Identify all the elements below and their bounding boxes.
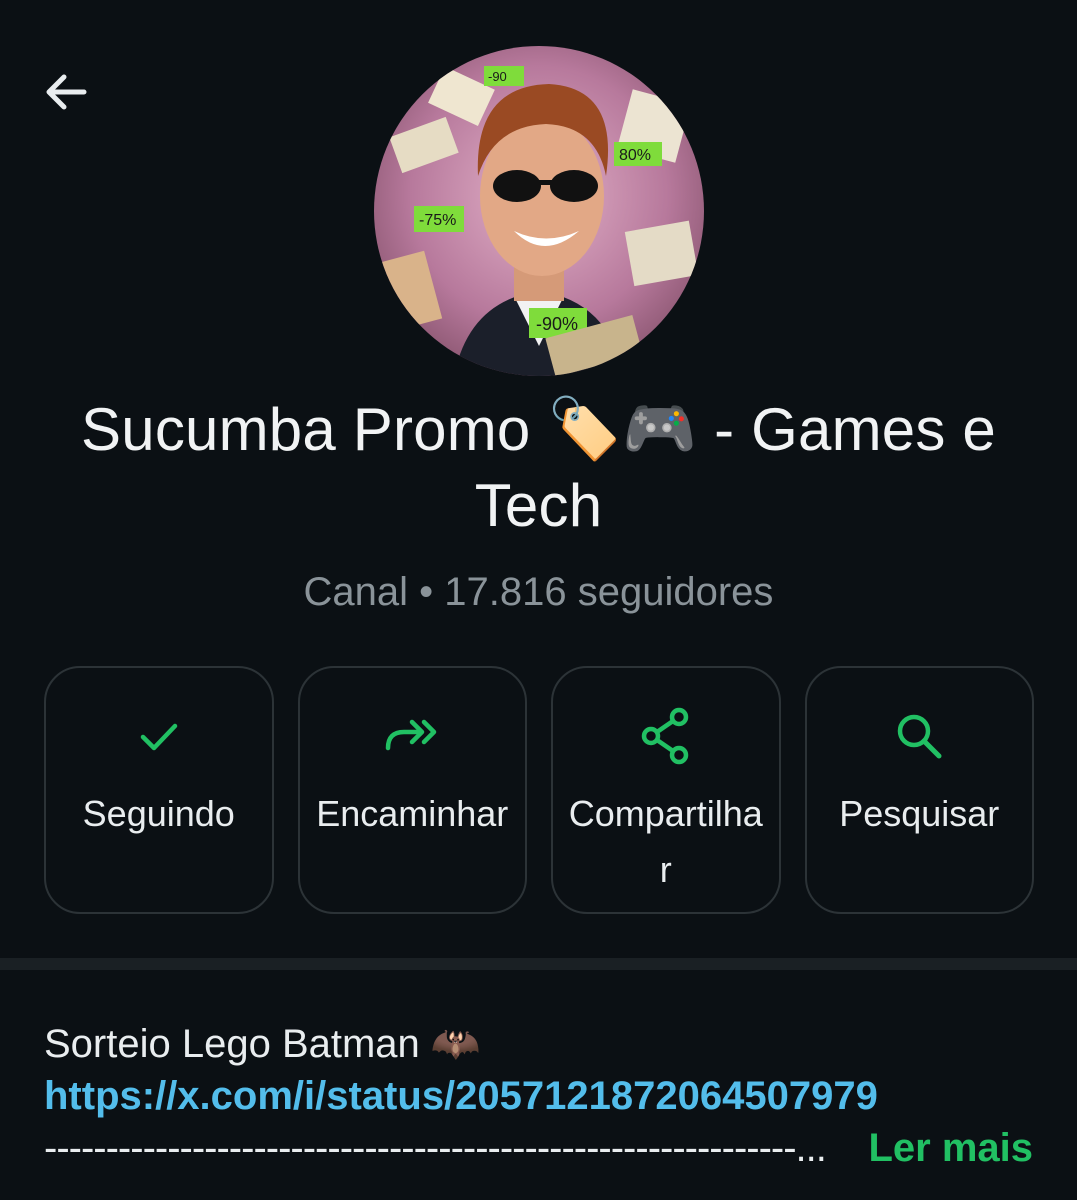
- search-label: Pesquisar: [839, 793, 1000, 834]
- avatar-tag-1: -90: [488, 69, 507, 84]
- channel-name-main: Sucumba Promo: [81, 396, 531, 463]
- following-label: Seguindo: [82, 793, 235, 834]
- avatar-tag-3: -75%: [419, 212, 456, 229]
- description-footer: ----------------------------------------…: [44, 1122, 1033, 1174]
- check-icon: [129, 706, 189, 766]
- description-link[interactable]: https://x.com/i/status/20571218720645079…: [44, 1070, 1033, 1122]
- channel-meta: Canal • 17.816 seguidores: [303, 570, 774, 614]
- channel-description: Sorteio Lego Batman 🦇 https://x.com/i/st…: [44, 1018, 1033, 1174]
- share-button[interactable]: Compartilhar: [551, 666, 781, 914]
- channel-name: Sucumba Promo 🏷️🎮 - Games e Tech: [30, 392, 1047, 544]
- channel-avatar[interactable]: -90 80% -75% -90%: [374, 46, 704, 376]
- following-button[interactable]: Seguindo: [44, 666, 274, 914]
- tag-and-gamepad-emoji: 🏷️🎮: [547, 395, 698, 463]
- search-button[interactable]: Pesquisar: [804, 666, 1034, 914]
- avatar-tag-4: -90%: [536, 314, 578, 334]
- read-more-link[interactable]: Ler mais: [868, 1122, 1033, 1174]
- forward-label: Encaminhar: [316, 793, 509, 834]
- share-icon: [636, 706, 696, 766]
- back-button[interactable]: [36, 62, 96, 122]
- forward-icon: [382, 706, 442, 766]
- avatar-tag-2: 80%: [619, 147, 651, 164]
- forward-button[interactable]: Encaminhar: [297, 666, 527, 914]
- arrow-left-icon: [46, 74, 87, 110]
- action-buttons: Seguindo Encaminhar Compartilhar Pesquis…: [44, 666, 1034, 914]
- section-divider: [0, 958, 1077, 970]
- search-icon: [889, 706, 949, 766]
- description-title: Sorteio Lego Batman 🦇: [44, 1022, 481, 1066]
- description-dashes: ----------------------------------------…: [44, 1126, 827, 1170]
- share-label: Compartilhar: [568, 793, 763, 890]
